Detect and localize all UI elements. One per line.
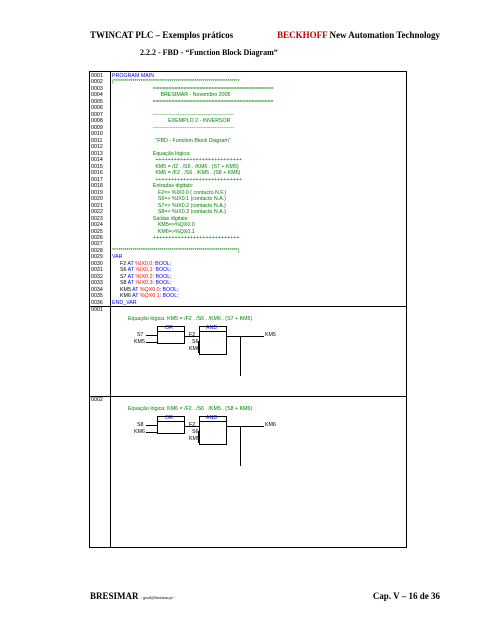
wire bbox=[226, 426, 264, 428]
var-type: : BOOL; bbox=[159, 286, 179, 293]
output-label: KM6 bbox=[265, 422, 276, 429]
var-name: KM5 bbox=[120, 286, 133, 293]
and-divider bbox=[199, 331, 226, 333]
var-type: : BOOL; bbox=[152, 260, 172, 267]
var-name: S8 bbox=[120, 280, 128, 287]
input-label: F2 bbox=[189, 422, 196, 429]
header-brand-line: BECKHOFF New Automation Technology bbox=[277, 30, 440, 40]
network-divider bbox=[90, 396, 406, 398]
footer-company: BRESIMAR - geral@bresimar.pt - bbox=[90, 591, 175, 601]
and-divider bbox=[199, 421, 226, 423]
var-at-keyword: AT bbox=[132, 286, 140, 293]
wire bbox=[146, 335, 157, 337]
document-page: TWINCAT PLC – Exemplos práticos BECKHOFF… bbox=[0, 0, 495, 640]
feedback-wire bbox=[240, 426, 241, 467]
footer-page-number: Cap. V – 16 de 36 bbox=[372, 591, 440, 601]
code-line: ****************************************… bbox=[112, 247, 240, 254]
brand-tagline: New Automation Technology bbox=[329, 30, 440, 40]
footer-company-name: BRESIMAR bbox=[90, 591, 139, 601]
code-line: "FBD - Function Block Diagram" bbox=[155, 137, 231, 144]
or-divider bbox=[157, 421, 184, 423]
input-label: F2 bbox=[189, 332, 196, 339]
wire bbox=[146, 342, 157, 344]
brand-name: BECKHOFF bbox=[277, 30, 328, 40]
section-divider bbox=[90, 306, 406, 308]
var-address: %IX0.1 bbox=[135, 267, 153, 274]
input-label: KM6 bbox=[134, 429, 145, 436]
wire bbox=[146, 432, 157, 434]
network-number: 0002 bbox=[91, 397, 103, 404]
code-line: ++++++++++++++++++++++++++++ bbox=[152, 235, 240, 241]
var-at-keyword: AT bbox=[127, 260, 136, 267]
var-type: : BOOL; bbox=[152, 273, 172, 280]
input-label: KM5 bbox=[134, 339, 145, 346]
var-type: : BOOL; bbox=[159, 293, 179, 300]
plc-code-window: 0001 PROGRAM MAIN 0002 (*******************… bbox=[89, 71, 407, 548]
code-line: ======================================= bbox=[152, 98, 274, 105]
output-label: KM5 bbox=[265, 332, 276, 339]
negation-line bbox=[198, 431, 199, 444]
var-type: : BOOL; bbox=[152, 267, 172, 274]
var-address: %IX0.3 bbox=[135, 280, 153, 287]
var-address: %IX0.2 bbox=[135, 273, 153, 280]
var-name: S7 bbox=[120, 273, 128, 280]
var-address: %QX0.0 bbox=[139, 286, 160, 293]
wire bbox=[146, 425, 157, 427]
network-number: 0001 bbox=[91, 307, 103, 314]
network-comment: Equação lógica: KM5 = /F2 . /S6 . /KM6 .… bbox=[128, 316, 253, 323]
var-at-keyword: AT bbox=[132, 293, 140, 300]
code-line: ----------------------------------------… bbox=[152, 124, 234, 131]
var-name: S6 bbox=[120, 267, 128, 274]
var-type: : BOOL; bbox=[152, 280, 172, 287]
network-comment: Equação lógica: KM6 = /F2 . /S6 . /KM5 .… bbox=[128, 406, 253, 413]
wire bbox=[226, 336, 264, 338]
input-label: S7 bbox=[137, 332, 144, 339]
section-title: 2.2.2 - FBD - “Function Block Diagram” bbox=[140, 48, 278, 57]
negation-line bbox=[198, 341, 199, 354]
var-name: KM6 bbox=[120, 293, 133, 300]
var-address: %QX0.1 bbox=[139, 293, 160, 300]
input-label: S8 bbox=[137, 422, 144, 429]
footer-email: - geral@bresimar.pt - bbox=[140, 595, 175, 600]
or-divider bbox=[157, 331, 184, 333]
header-title: TWINCAT PLC – Exemplos práticos bbox=[90, 30, 234, 40]
var-address: %IX0.0 bbox=[135, 260, 153, 267]
feedback-wire bbox=[240, 336, 241, 377]
